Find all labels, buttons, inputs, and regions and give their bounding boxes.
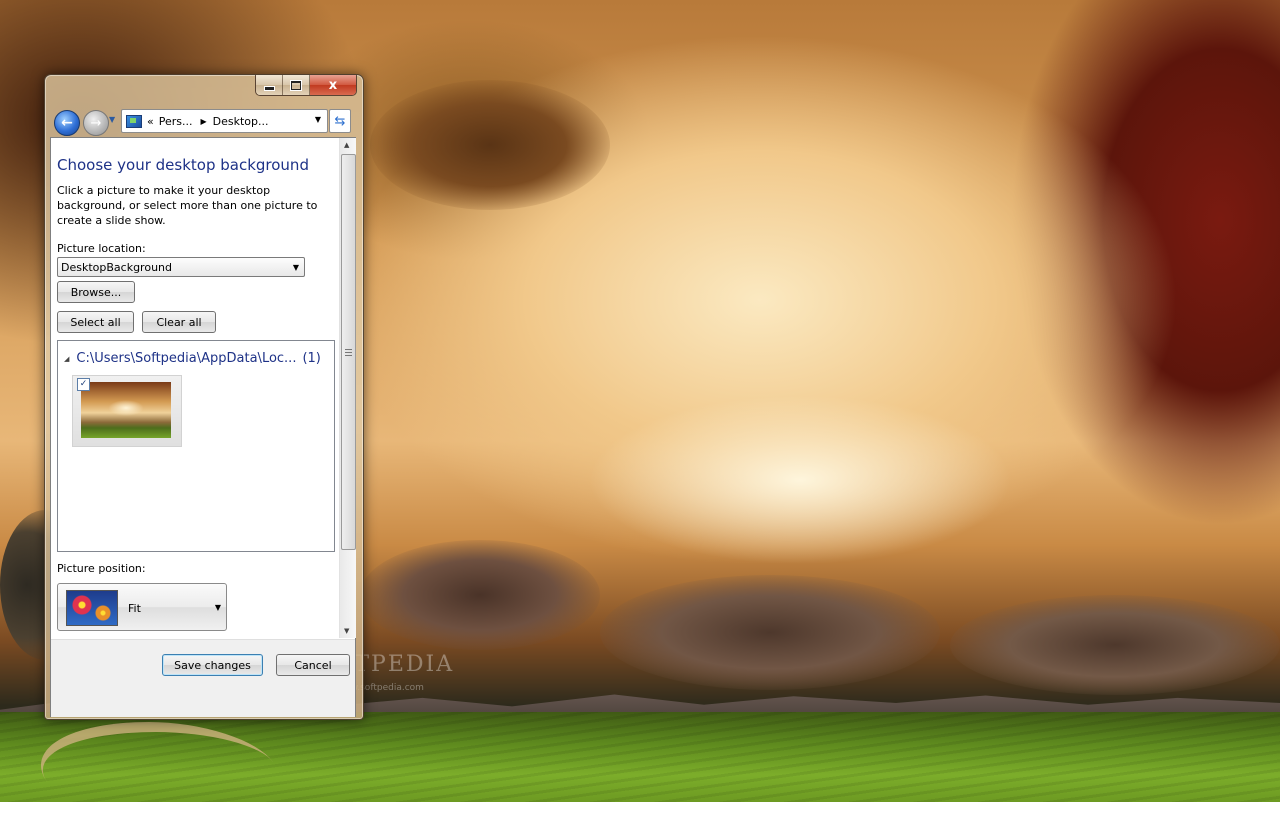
select-all-button[interactable]: Select all (57, 311, 134, 333)
arrow-left-icon: ← (61, 115, 73, 131)
minimize-icon (264, 87, 274, 90)
scroll-up-icon[interactable]: ▲ (344, 141, 349, 149)
cloud (360, 540, 600, 650)
maximize-icon (291, 80, 301, 90)
caption-buttons: x (255, 75, 357, 96)
back-button[interactable]: ← (54, 110, 80, 136)
picture-location-value: DesktopBackground (61, 260, 172, 274)
chevron-down-icon[interactable]: ▼ (315, 115, 321, 124)
client-area: Choose your desktop background Click a p… (50, 137, 356, 717)
close-icon: x (328, 77, 338, 93)
cloud (600, 575, 940, 690)
grip-icon (345, 349, 352, 356)
folder-group-header[interactable]: ◢ C:\Users\Softpedia\AppData\Loc... (1) (64, 351, 321, 366)
scroll-down-icon[interactable]: ▼ (344, 627, 349, 635)
arrow-right-icon: → (90, 115, 102, 131)
page-description: Click a picture to make it your desktop … (57, 184, 318, 227)
browse-button[interactable]: Browse... (57, 281, 135, 303)
breadcrumb-desktop-background[interactable]: Desktop... (213, 115, 269, 128)
scrollbar-thumb[interactable] (341, 154, 356, 550)
page-title: Choose your desktop background (57, 156, 309, 174)
picture-thumbnail[interactable]: ✓ (72, 375, 182, 447)
minimize-button[interactable] (256, 75, 283, 95)
breadcrumb-personalization[interactable]: Pers... (159, 115, 193, 128)
folder-count: (1) (302, 351, 321, 366)
forward-button[interactable]: → (83, 110, 109, 136)
thumbnail-checkbox[interactable]: ✓ (77, 378, 90, 391)
address-bar[interactable]: « Pers... ▶ Desktop... ▼ (121, 109, 328, 133)
control-panel-icon (126, 114, 142, 128)
maximize-button[interactable] (283, 75, 310, 95)
picture-gallery: ◢ C:\Users\Softpedia\AppData\Loc... (1) … (57, 340, 335, 552)
recent-pages-button[interactable]: ▼ (109, 115, 119, 127)
chevron-down-icon: ▼ (292, 263, 299, 272)
chevron-down-icon: ▼ (214, 603, 221, 612)
close-button[interactable]: x (310, 75, 356, 95)
content-pane: Choose your desktop background Click a p… (51, 138, 338, 638)
picture-position-label: Picture position: (57, 562, 146, 575)
address-overflow[interactable]: « (147, 115, 154, 128)
cloud (950, 595, 1280, 695)
picture-position-value: Fit (128, 602, 141, 615)
clear-all-button[interactable]: Clear all (142, 311, 216, 333)
vertical-scrollbar[interactable]: ▲ ▼ (339, 138, 356, 638)
cancel-button[interactable]: Cancel (276, 654, 350, 676)
picture-position-select[interactable]: Fit ▼ (57, 583, 227, 631)
personalization-window: x ← → ▼ « Pers... ▶ Desktop... ▼ ⇆ Choos… (44, 74, 364, 720)
refresh-button[interactable]: ⇆ (329, 109, 351, 133)
folder-path: C:\Users\Softpedia\AppData\Loc... (76, 351, 297, 366)
picture-location-label: Picture location: (57, 242, 146, 255)
cloud (370, 80, 610, 210)
refresh-icon: ⇆ (334, 113, 346, 129)
save-changes-button[interactable]: Save changes (162, 654, 263, 676)
dialog-footer: Save changes Cancel (51, 639, 355, 717)
thumbnail-image (81, 382, 171, 438)
chevron-down-icon: ▼ (109, 115, 116, 124)
position-preview-image (66, 590, 118, 626)
picture-location-select[interactable]: DesktopBackground ▼ (57, 257, 305, 277)
collapse-triangle-icon[interactable]: ◢ (64, 355, 69, 363)
breadcrumb-separator-icon[interactable]: ▶ (201, 117, 207, 126)
